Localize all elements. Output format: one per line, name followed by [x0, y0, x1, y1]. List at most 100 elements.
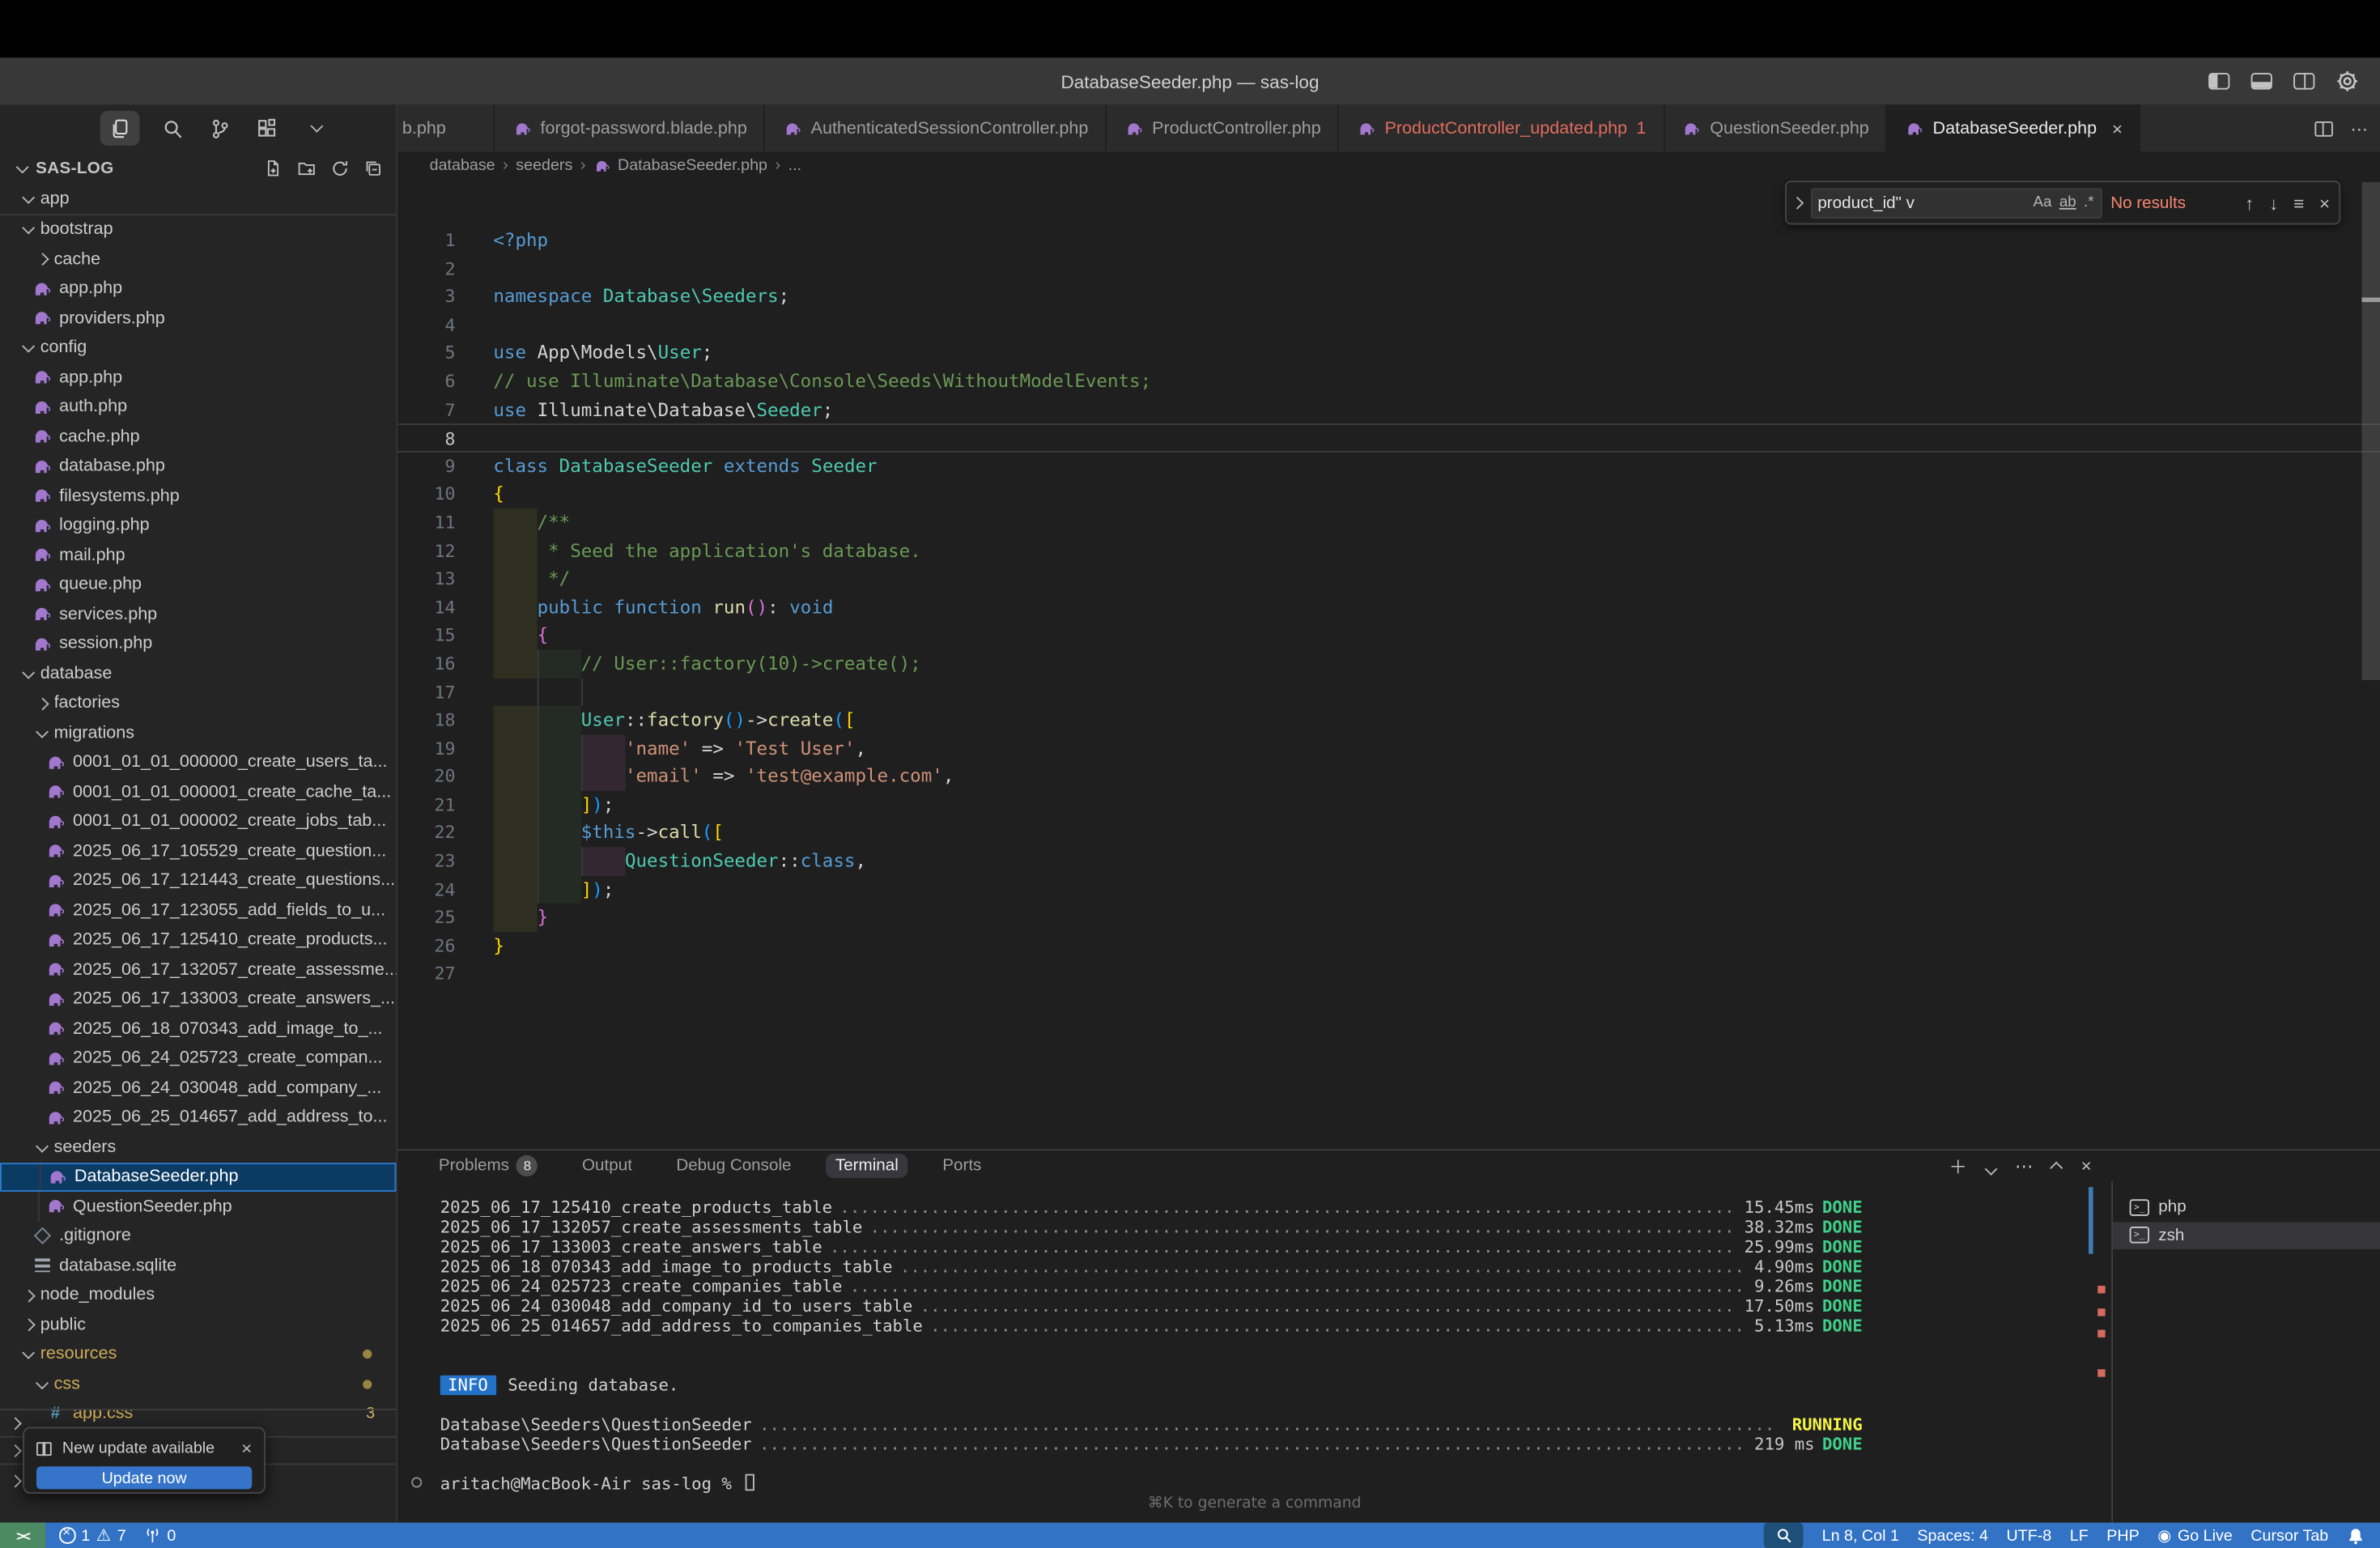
- status-ln-8-col-1[interactable]: Ln 8, Col 1: [1822, 1526, 1899, 1545]
- panel-tab-ports[interactable]: Ports: [933, 1154, 991, 1178]
- tree-file-database-php[interactable]: database.php: [0, 452, 396, 482]
- tree-folder-config[interactable]: config: [0, 334, 396, 364]
- tree-file-2025-06-24-025723-create-compan-[interactable]: 2025_06_24_025723_create_compan...: [0, 1044, 396, 1074]
- tree-file-session-php[interactable]: session.php: [0, 629, 396, 659]
- terminal[interactable]: 2025_06_17_125410_create_products_table.…: [397, 1181, 2111, 1523]
- panel-more-icon[interactable]: ⋯: [2015, 1155, 2034, 1176]
- tree-file-2025-06-17-105529-create-question-[interactable]: 2025_06_17_105529_create_question...: [0, 836, 396, 866]
- tab-databaseseeder-php[interactable]: DatabaseSeeder.php×: [1887, 104, 2140, 151]
- tree-file-database-sqlite[interactable]: database.sqlite: [0, 1251, 396, 1281]
- status-search[interactable]: [1764, 1523, 1804, 1548]
- tree-file-2025-06-17-132057-create-assessme-[interactable]: 2025_06_17_132057_create_assessme...: [0, 955, 396, 985]
- tree-file-0001-01-01-000001-create-cache-ta-[interactable]: 0001_01_01_000001_create_cache_ta...: [0, 777, 396, 807]
- tree-folder-bootstrap[interactable]: bootstrap: [0, 215, 396, 245]
- tree-folder-node-modules[interactable]: node_modules: [0, 1281, 396, 1311]
- tab-productcontroller-updated-php[interactable]: ProductController_updated.php1: [1339, 104, 1664, 151]
- tree-file-auth-php[interactable]: auth.php: [0, 393, 396, 423]
- new-terminal-icon[interactable]: ＋: [1949, 1153, 1967, 1179]
- tab-authenticatedsessioncontroller-php[interactable]: AuthenticatedSessionController.php: [765, 104, 1107, 151]
- toggle-panel-icon[interactable]: [2251, 73, 2272, 90]
- tab-close-icon[interactable]: ×: [2112, 117, 2123, 138]
- panel-tab-debug-console[interactable]: Debug Console: [667, 1154, 801, 1178]
- tree-file-filesystems-php[interactable]: filesystems.php: [0, 481, 396, 511]
- status-php[interactable]: PHP: [2106, 1526, 2139, 1545]
- panel-tab-problems[interactable]: Problems8: [430, 1152, 547, 1180]
- new-file-icon[interactable]: [262, 158, 283, 179]
- split-editor-icon[interactable]: [2314, 121, 2332, 136]
- panel-tab-terminal[interactable]: Terminal: [827, 1154, 907, 1178]
- tree-file-0001-01-01-000002-create-jobs-tab-[interactable]: 0001_01_01_000002_create_jobs_tab...: [0, 807, 396, 837]
- tree-file-questionseeder-php[interactable]: QuestionSeeder.php: [0, 1192, 396, 1222]
- panel-maximize-chevron-icon[interactable]: [2053, 1155, 2061, 1176]
- code-area[interactable]: 1<?php23namespace Database\Seeders;45use…: [397, 226, 2380, 988]
- tree-file-logging-php[interactable]: logging.php: [0, 511, 396, 541]
- source-control-icon[interactable]: [206, 115, 234, 142]
- toggle-primary-sidebar-icon[interactable]: [2208, 73, 2229, 90]
- tree-file--gitignore[interactable]: .gitignore: [0, 1221, 396, 1251]
- tree-folder-css[interactable]: css: [0, 1369, 396, 1399]
- tab-questionseeder-php[interactable]: QuestionSeeder.php: [1664, 104, 1887, 151]
- tree-file-2025-06-17-125410-create-products-[interactable]: 2025_06_17_125410_create_products...: [0, 925, 396, 955]
- status-bell[interactable]: [2347, 1526, 2365, 1545]
- panel-tab-output[interactable]: Output: [573, 1154, 641, 1178]
- tree-file-2025-06-17-121443-create-questions-[interactable]: 2025_06_17_121443_create_questions...: [0, 866, 396, 896]
- tree-file-2025-06-24-030048-add-company-[interactable]: 2025_06_24_030048_add_company_...: [0, 1074, 396, 1104]
- update-now-button[interactable]: Update now: [36, 1466, 252, 1489]
- tree-file-2025-06-17-123055-add-fields-to-u-[interactable]: 2025_06_17_123055_add_fields_to_u...: [0, 895, 396, 925]
- close-icon[interactable]: ×: [241, 1438, 252, 1459]
- refresh-icon[interactable]: [329, 158, 351, 179]
- ports-status[interactable]: 0: [144, 1526, 176, 1545]
- activity-more-chevron-icon[interactable]: [304, 115, 331, 142]
- tree-folder-factories[interactable]: factories: [0, 688, 396, 718]
- tree-file-app-php[interactable]: app.php: [0, 363, 396, 393]
- find-toggle-replace-chevron-icon[interactable]: [1791, 197, 1803, 209]
- extensions-icon[interactable]: [253, 115, 281, 142]
- search-icon[interactable]: [159, 115, 187, 142]
- status-spaces-4[interactable]: Spaces: 4: [1917, 1526, 1988, 1545]
- tree-file-2025-06-25-014657-add-address-to-[interactable]: 2025_06_25_014657_add_address_to...: [0, 1103, 396, 1133]
- tree-file-2025-06-17-133003-create-answers-[interactable]: 2025_06_17_133003_create_answers_...: [0, 985, 396, 1014]
- tree-file-mail-php[interactable]: mail.php: [0, 541, 396, 571]
- editor-more-actions-icon[interactable]: ⋯: [2350, 117, 2368, 138]
- tree-file-services-php[interactable]: services.php: [0, 600, 396, 630]
- tab-forgot-password-blade-php[interactable]: forgot-password.blade.php: [495, 104, 765, 151]
- settings-gear-icon[interactable]: [2336, 70, 2359, 92]
- tree-folder-app[interactable]: app: [0, 185, 396, 215]
- editor-scrollbar[interactable]: [2362, 182, 2380, 680]
- tree-folder-seeders[interactable]: seeders: [0, 1133, 396, 1163]
- code-editor[interactable]: Aa ab .* No results ↑ ↓ ≡ × 1<?php23name…: [397, 179, 2380, 1149]
- tree-file-databaseseeder-php[interactable]: DatabaseSeeder.php: [0, 1162, 396, 1192]
- tree-folder-resources[interactable]: resources: [0, 1340, 396, 1370]
- breadcrumb-item[interactable]: DatabaseSeeder.php: [618, 156, 767, 175]
- terminal-dropdown-chevron-icon[interactable]: [1987, 1155, 1995, 1176]
- tab-productcontroller-php[interactable]: ProductController.php: [1107, 104, 1339, 151]
- status-lf[interactable]: LF: [2070, 1526, 2089, 1545]
- find-in-selection-icon[interactable]: ≡: [2293, 192, 2304, 213]
- tree-file-providers-php[interactable]: providers.php: [0, 304, 396, 334]
- tree-file-queue-php[interactable]: queue.php: [0, 570, 396, 600]
- tree-folder-cache[interactable]: cache: [0, 245, 396, 274]
- breadcrumb-item[interactable]: database: [430, 156, 495, 175]
- terminal-tab-zsh[interactable]: >_zsh: [2113, 1221, 2380, 1249]
- problems-status[interactable]: 1 ⚠ 7: [59, 1525, 126, 1545]
- tab-b-php[interactable]: b.php: [397, 104, 495, 151]
- collapse-all-icon[interactable]: [363, 158, 384, 179]
- terminal-tab-php[interactable]: >_php: [2113, 1193, 2380, 1222]
- panel-close-icon[interactable]: ×: [2081, 1155, 2092, 1176]
- find-next-icon[interactable]: ↓: [2269, 192, 2278, 213]
- tree-file-0001-01-01-000000-create-users-ta-[interactable]: 0001_01_01_000000_create_users_ta...: [0, 747, 396, 777]
- status-cursor-tab[interactable]: Cursor Tab: [2250, 1526, 2328, 1545]
- tree-folder-migrations[interactable]: migrations: [0, 718, 396, 748]
- status-utf-8[interactable]: UTF-8: [2006, 1526, 2051, 1545]
- tree-file-cache-php[interactable]: cache.php: [0, 422, 396, 452]
- find-input[interactable]: [1817, 194, 2025, 212]
- tree-folder-public[interactable]: public: [0, 1310, 396, 1340]
- terminal-prompt[interactable]: aritach@MacBook-Air sas-log %: [440, 1474, 1863, 1494]
- terminal-scrollbar[interactable]: [2089, 1187, 2093, 1254]
- breadcrumb-item[interactable]: seeders: [516, 156, 572, 175]
- explorer-icon[interactable]: [100, 111, 140, 146]
- breadcrumb-item[interactable]: ...: [788, 156, 801, 175]
- toggle-secondary-sidebar-icon[interactable]: [2293, 73, 2314, 90]
- status-go-live[interactable]: ◉Go Live: [2157, 1526, 2233, 1545]
- tree-file-app-php[interactable]: app.php: [0, 274, 396, 304]
